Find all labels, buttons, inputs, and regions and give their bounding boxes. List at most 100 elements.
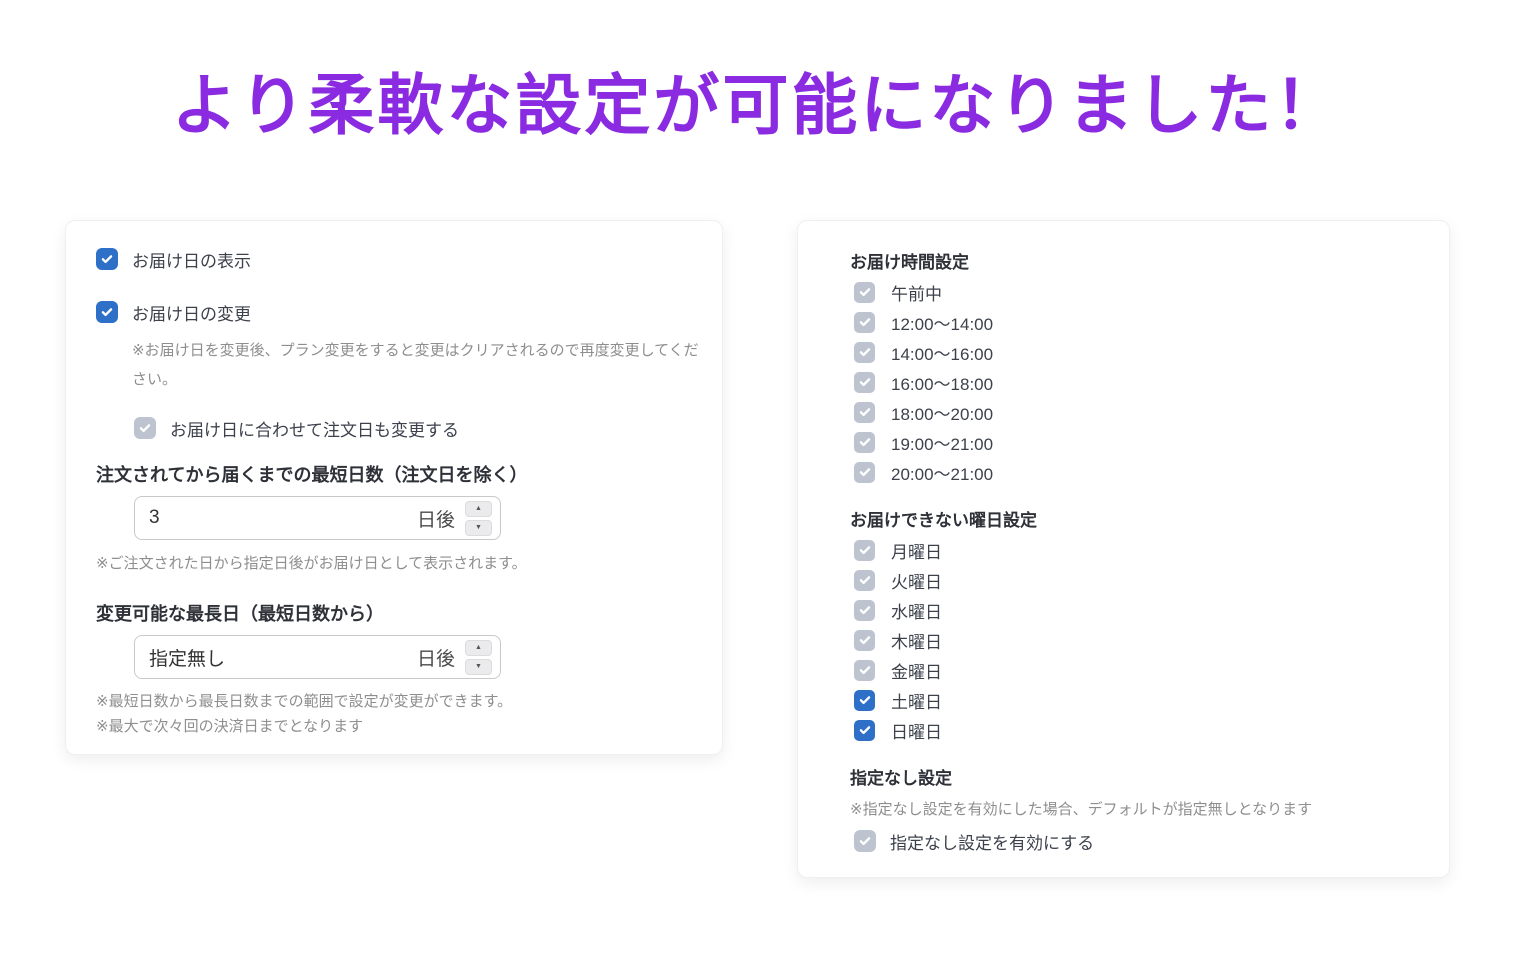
checkbox-label: お届け日の変更 xyxy=(132,304,251,324)
page-title: より柔軟な設定が可能になりました！ xyxy=(171,68,1344,142)
time-option-row: 16:00〜18:00 xyxy=(854,371,1419,394)
weekday-wed-checkbox[interactable] xyxy=(854,599,875,621)
weekday-fri-checkbox[interactable] xyxy=(854,659,875,681)
show-delivery-date-checkbox[interactable] xyxy=(96,248,118,270)
weekday-sat-checkbox[interactable] xyxy=(854,689,875,711)
change-delivery-note: ※お届け日を変更後、プラン変更をすると変更はクリアされるので再度変更してください… xyxy=(132,342,699,388)
checkbox-label: 月曜日 xyxy=(891,542,942,562)
max-days-note-1: ※最短日数から最長日数までの範囲で設定が変更ができます。 xyxy=(96,693,513,710)
min-days-unit: 日後 xyxy=(416,509,455,531)
nospec-enable-checkbox[interactable] xyxy=(854,830,876,852)
checkbox-label: 20:00〜21:00 xyxy=(891,464,994,484)
weekday-options-list: 月曜日 火曜日 水曜日 木曜日 金曜日 土曜日 日曜日 xyxy=(854,539,1419,742)
delivery-date-settings-card: お届け日の表示 お届け日の変更 ※お届け日を変更後、プラン変更をすると変更はクリ… xyxy=(65,220,723,755)
time-18-20-checkbox[interactable] xyxy=(854,401,875,423)
checkbox-label: 16:00〜18:00 xyxy=(891,374,994,394)
check-icon xyxy=(859,318,870,327)
min-days-field: 日後 ▲ ▼ xyxy=(134,496,501,540)
time-option-row: 20:00〜21:00 xyxy=(854,461,1419,484)
time-options-list: 午前中 12:00〜14:00 14:00〜16:00 16:00〜18:00 … xyxy=(854,281,1419,484)
delivery-time-settings-card: お届け時間設定 午前中 12:00〜14:00 14:00〜16:00 16:0… xyxy=(797,220,1450,878)
max-days-label: 変更可能な最長日（最短日数から） xyxy=(96,604,384,624)
checkbox-label: 木曜日 xyxy=(891,632,942,652)
weekday-option-row: 土曜日 xyxy=(854,689,1419,712)
check-icon xyxy=(139,424,151,433)
nospec-note: ※指定なし設定を有効にした場合、デフォルトが指定無しとなります xyxy=(850,801,1313,818)
weekday-section-heading: お届けできない曜日設定 xyxy=(850,511,1037,530)
check-icon xyxy=(859,636,870,645)
max-days-notes: ※最短日数から最長日数までの範囲で設定が変更ができます。 ※最大で次々回の決済日… xyxy=(96,689,692,739)
max-days-input[interactable] xyxy=(149,646,417,668)
show-delivery-date-row: お届け日の表示 xyxy=(96,247,692,271)
checkbox-label: 12:00〜14:00 xyxy=(891,314,994,334)
weekday-option-row: 月曜日 xyxy=(854,539,1419,562)
checkbox-label: 指定なし設定を有効にする xyxy=(890,833,1095,853)
nospec-enable-row: 指定なし設定を有効にする xyxy=(854,829,1419,853)
weekday-option-row: 金曜日 xyxy=(854,659,1419,682)
check-icon xyxy=(859,288,870,297)
check-icon xyxy=(859,546,870,555)
time-option-row: 12:00〜14:00 xyxy=(854,311,1419,334)
sync-order-date-checkbox[interactable] xyxy=(134,417,156,439)
time-12-14-checkbox[interactable] xyxy=(854,311,875,333)
min-days-note: ※ご注文された日から指定日後がお届け日として表示されます。 xyxy=(96,555,527,572)
time-section-heading: お届け時間設定 xyxy=(850,253,969,272)
change-delivery-date-row: お届け日の変更 xyxy=(96,300,692,324)
checkbox-label: 日曜日 xyxy=(891,722,942,742)
spinner-up-icon[interactable]: ▲ xyxy=(465,500,492,517)
max-days-unit: 日後 xyxy=(416,648,455,670)
time-14-16-checkbox[interactable] xyxy=(854,341,875,363)
time-20-21-checkbox[interactable] xyxy=(854,461,875,483)
time-option-row: 18:00〜20:00 xyxy=(854,401,1419,424)
checkbox-label: お届け日に合わせて注文日も変更する xyxy=(170,420,459,440)
min-days-label: 注文されてから届くまでの最短日数（注文日を除く） xyxy=(96,465,528,485)
time-option-row: 午前中 xyxy=(854,281,1419,304)
check-icon xyxy=(859,726,870,735)
weekday-option-row: 水曜日 xyxy=(854,599,1419,622)
time-morning-checkbox[interactable] xyxy=(854,281,875,303)
checkbox-label: 土曜日 xyxy=(891,692,942,712)
check-icon xyxy=(859,576,870,585)
max-days-field: 日後 ▲ ▼ xyxy=(134,635,501,679)
weekday-thu-checkbox[interactable] xyxy=(854,629,875,651)
max-days-note-2: ※最大で次々回の決済日までとなります xyxy=(96,718,364,735)
spinner-up-icon[interactable]: ▲ xyxy=(465,639,492,656)
spinner-down-icon[interactable]: ▼ xyxy=(465,658,492,675)
weekday-option-row: 火曜日 xyxy=(854,569,1419,592)
checkbox-label: 火曜日 xyxy=(891,572,942,592)
check-icon xyxy=(859,606,870,615)
checkbox-label: 18:00〜20:00 xyxy=(891,404,994,424)
check-icon xyxy=(859,408,870,417)
checkbox-label: 金曜日 xyxy=(891,662,942,682)
check-icon xyxy=(859,837,871,846)
weekday-mon-checkbox[interactable] xyxy=(854,539,875,561)
check-icon xyxy=(859,468,870,477)
check-icon xyxy=(101,255,113,264)
spinner-down-icon[interactable]: ▼ xyxy=(465,519,492,536)
min-days-input[interactable] xyxy=(149,507,417,529)
time-option-row: 19:00〜21:00 xyxy=(854,431,1419,454)
check-icon xyxy=(859,378,870,387)
check-icon xyxy=(101,308,113,317)
check-icon xyxy=(859,696,870,705)
checkbox-label: 19:00〜21:00 xyxy=(891,434,994,454)
nospec-section-heading: 指定なし設定 xyxy=(850,769,952,788)
checkbox-label: 14:00〜16:00 xyxy=(891,344,994,364)
check-icon xyxy=(859,666,870,675)
min-days-spinner: ▲ ▼ xyxy=(465,500,492,536)
time-option-row: 14:00〜16:00 xyxy=(854,341,1419,364)
time-19-21-checkbox[interactable] xyxy=(854,431,875,453)
checkbox-label: 水曜日 xyxy=(891,602,942,622)
weekday-option-row: 日曜日 xyxy=(854,719,1419,742)
time-16-18-checkbox[interactable] xyxy=(854,371,875,393)
checkbox-label: お届け日の表示 xyxy=(132,251,251,271)
sync-order-date-row: お届け日に合わせて注文日も変更する xyxy=(134,416,692,440)
check-icon xyxy=(859,438,870,447)
weekday-option-row: 木曜日 xyxy=(854,629,1419,652)
weekday-tue-checkbox[interactable] xyxy=(854,569,875,591)
checkbox-label: 午前中 xyxy=(891,284,942,304)
check-icon xyxy=(859,348,870,357)
max-days-spinner: ▲ ▼ xyxy=(465,639,492,675)
weekday-sun-checkbox[interactable] xyxy=(854,719,875,741)
change-delivery-date-checkbox[interactable] xyxy=(96,301,118,323)
